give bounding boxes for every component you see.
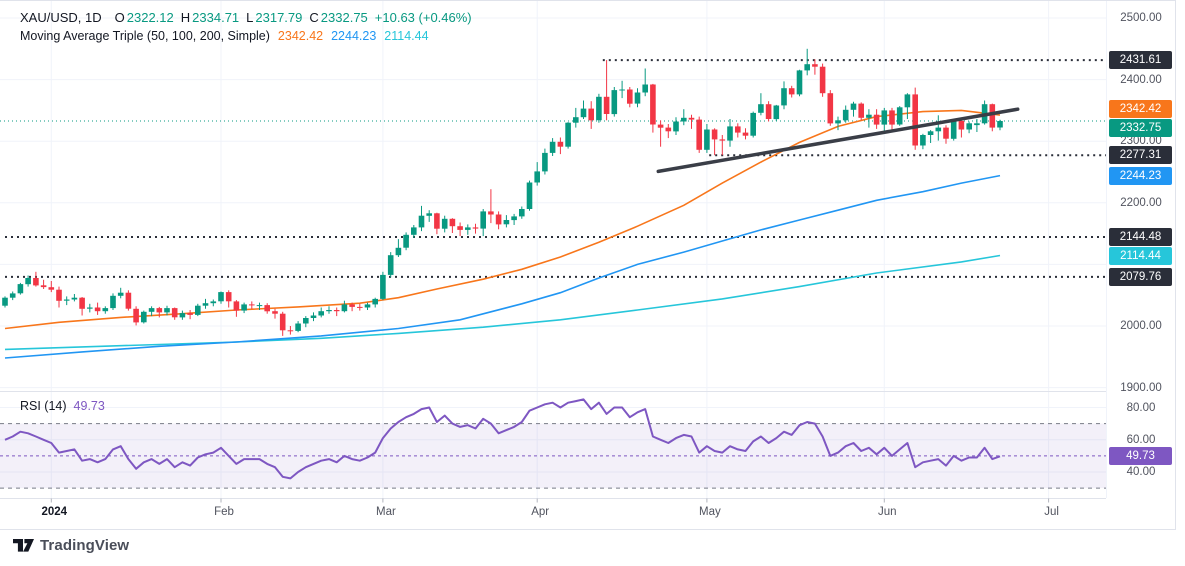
- ma-indicator-row[interactable]: Moving Average Triple (50, 100, 200, Sim…: [20, 27, 472, 46]
- ma-indicator-title[interactable]: Moving Average Triple (50, 100, 200, Sim…: [20, 29, 270, 43]
- time-axis-label: Apr: [531, 506, 550, 518]
- price-level-lines[interactable]: [5, 59, 1106, 278]
- high-label: H: [180, 10, 191, 25]
- rsi-axis-badge: 49.73: [1109, 447, 1172, 466]
- rsi-tick-label: 60.00: [1126, 433, 1156, 446]
- candles: [2, 48, 1003, 336]
- price-axis-badge: 2342.42: [1109, 99, 1172, 118]
- rsi-indicator-row[interactable]: RSI (14) 49.73: [20, 399, 105, 413]
- price-chart[interactable]: [0, 1, 1106, 529]
- time-axis-label: 2024: [41, 506, 68, 518]
- rsi-tick-label: 80.00: [1126, 401, 1156, 414]
- time-axis-label: Jun: [878, 506, 897, 518]
- time-axis-label: May: [699, 506, 721, 518]
- low-value: 2317.79: [255, 10, 303, 25]
- price-axis-badge: 2144.48: [1109, 227, 1172, 246]
- rsi-value: 49.73: [73, 399, 105, 413]
- chart-frame: 2500.00 2400.00 2300.00 2200.00 2000.00 1900.…: [0, 0, 1176, 530]
- symbol-row[interactable]: XAU/USD, 1D O 2322.12 H 2334.71 L 2317.79 C 2332…: [20, 8, 472, 27]
- price-axis-badge: 2431.61: [1109, 51, 1172, 70]
- price-axis-badge: 2079.76: [1109, 267, 1172, 286]
- price-scale[interactable]: 2500.00 2400.00 2300.00 2200.00 2000.00 1900.…: [1107, 1, 1175, 529]
- rsi-tick-label: 40.00: [1126, 466, 1156, 478]
- ma200-line[interactable]: [4, 254, 1001, 351]
- time-axis-label: Jul: [1044, 506, 1059, 518]
- close-value: 2332.75: [320, 10, 368, 25]
- open-value: 2322.12: [126, 10, 174, 25]
- price-tick-label: 2200.00: [1120, 196, 1162, 209]
- tradingview-logo[interactable]: TradingView: [12, 537, 129, 554]
- tradingview-mark-icon: [13, 539, 34, 552]
- ma50-line[interactable]: [4, 109, 1001, 330]
- close-label: C: [309, 10, 319, 25]
- legend: XAU/USD, 1D O 2322.12 H 2334.71 L 2317.79 C 2332…: [20, 8, 472, 46]
- price-axis-badge: 2244.23: [1109, 166, 1172, 185]
- time-ticks: [50, 498, 1050, 503]
- open-label: O: [114, 10, 125, 25]
- price-tick-label: 2500.00: [1120, 12, 1162, 24]
- time-axis-label: Mar: [375, 506, 396, 518]
- ma100-value: 2244.23: [331, 29, 377, 43]
- ma50-value: 2342.42: [277, 29, 324, 43]
- change-value: +10.63 (+0.46%): [374, 10, 472, 25]
- low-label: L: [246, 10, 254, 25]
- price-axis-badge: 2114.44: [1109, 246, 1172, 265]
- ma200-value: 2114.44: [384, 29, 429, 43]
- price-axis-badge: 2277.31: [1109, 146, 1172, 165]
- symbol-title[interactable]: XAU/USD, 1D: [20, 10, 102, 25]
- rsi-indicator-title[interactable]: RSI (14): [20, 399, 67, 413]
- tradingview-logo-text: TradingView: [40, 537, 130, 554]
- price-tick-label: 2000.00: [1120, 320, 1162, 332]
- price-axis-badge: 2332.75: [1109, 118, 1172, 137]
- time-axis-label: Feb: [214, 506, 234, 518]
- high-value: 2334.71: [192, 10, 240, 25]
- price-tick-label: 1900.00: [1120, 381, 1162, 394]
- price-tick-label: 2400.00: [1120, 73, 1162, 86]
- price-gridlines: [0, 17, 1106, 389]
